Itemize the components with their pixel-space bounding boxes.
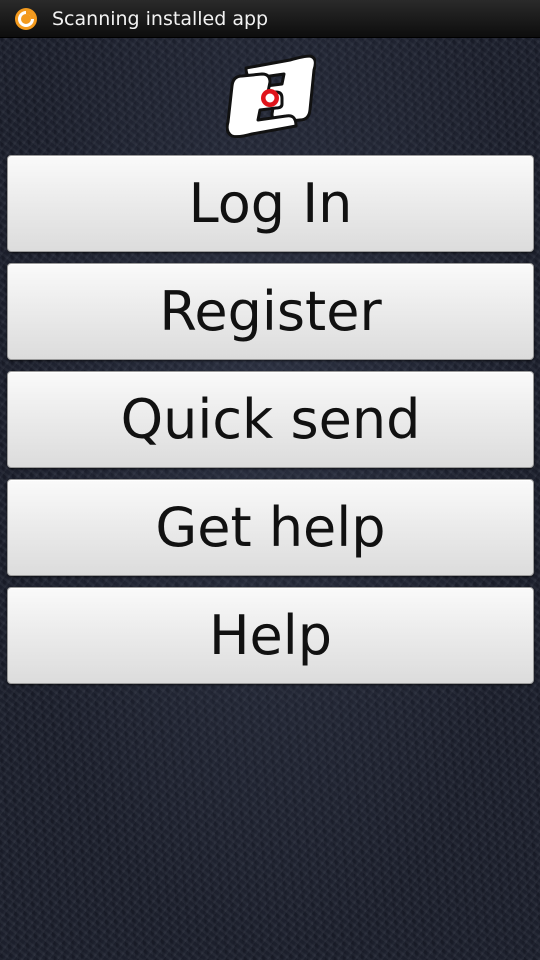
hands-frame-logo-icon	[226, 54, 316, 139]
status-bar: Scanning installed app	[0, 0, 540, 38]
quick-send-button[interactable]: Quick send	[7, 371, 534, 468]
main-menu: Log In Register Quick send Get help Help	[7, 155, 534, 695]
help-button[interactable]: Help	[7, 587, 534, 684]
app-scanner-icon	[15, 8, 37, 30]
get-help-button[interactable]: Get help	[7, 479, 534, 576]
status-notification-text: Scanning installed app	[52, 8, 269, 30]
log-in-button[interactable]: Log In	[7, 155, 534, 252]
register-button[interactable]: Register	[7, 263, 534, 360]
